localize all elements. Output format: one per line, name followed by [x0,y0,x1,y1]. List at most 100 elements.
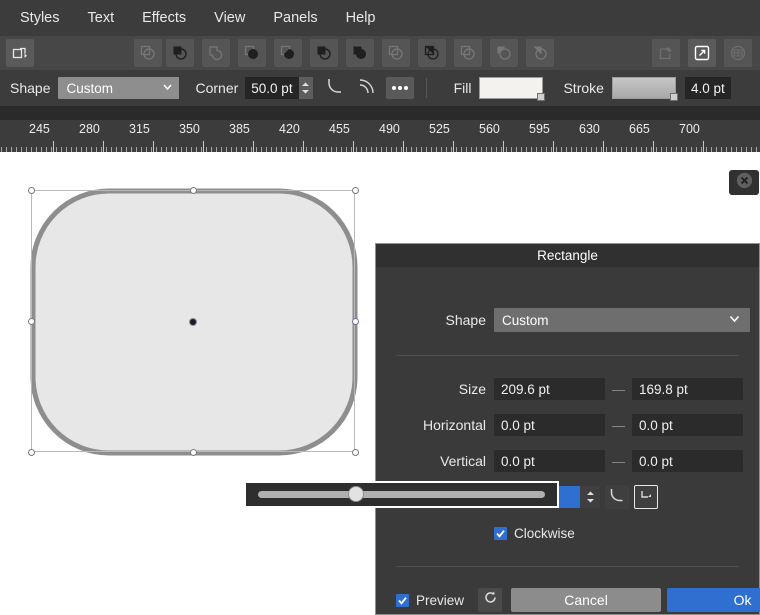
geometry-flatten-icon [423,44,441,62]
corner-spinner[interactable] [299,77,313,99]
reset-button[interactable] [478,588,502,612]
handle-top-right[interactable] [352,187,359,194]
geometry-combine-button[interactable] [310,39,338,67]
ok-button[interactable]: Ok [667,588,760,612]
geometry-separate-button[interactable] [382,39,410,67]
cancel-button[interactable]: Cancel [511,588,661,612]
slider-track[interactable] [258,491,545,498]
horizontal-ruler[interactable]: 2452803153503854204554905255605956306657… [0,120,760,152]
ruler-label: 700 [679,122,700,136]
dialog-shape-row: Shape Custom [376,308,759,332]
dialog-shape-label: Shape [376,312,486,328]
slider-thumb[interactable] [348,486,364,502]
dialog-vertical-top-input[interactable]: 0.0 pt [494,450,605,472]
dialog-horizontal-left-input[interactable]: 0.0 pt [494,414,605,436]
stroke-width-value[interactable]: 4.0 pt [685,77,731,99]
dialog-vertical-bottom-input[interactable]: 0.0 pt [632,450,743,472]
ruler-label: 455 [329,122,350,136]
dialog-size-width-input[interactable]: 209.6 pt [494,378,605,400]
edit-node-button[interactable] [652,39,680,67]
edit-node-icon [658,45,674,61]
ruler-tick-major [603,141,604,152]
dialog-corner-spinner[interactable] [580,486,600,508]
options-bar: Shape Custom Corner 50.0 pt [0,70,760,106]
corner-concave-button[interactable] [354,76,380,100]
shape-dropdown-value: Custom [66,81,113,96]
shape-center-point[interactable] [189,318,197,326]
fill-label: Fill [454,80,472,96]
menu-item-view[interactable]: View [200,0,259,36]
dialog-corner-notch-button[interactable] [634,485,658,509]
dialog-shape-value: Custom [502,313,549,328]
geometry-contract-icon [531,44,549,62]
dialog-shape-dropdown[interactable]: Custom [494,308,750,332]
dialog-corner-round-button[interactable] [605,485,629,509]
corner-stepper[interactable]: 50.0 pt [245,77,312,99]
handle-middle-right[interactable] [352,318,359,325]
ruler-label: 350 [179,122,200,136]
geometry-merge-button[interactable] [202,39,230,67]
handle-top-center[interactable] [190,187,197,194]
ruler-tick-major [403,141,404,152]
ruler-tick-major [653,141,654,152]
geometry-intersect-icon [243,44,261,62]
corner-label: Corner [195,80,238,96]
menu-item-effects[interactable]: Effects [128,0,200,36]
open-external-button[interactable] [688,39,716,67]
convert-shape-button[interactable] [6,39,34,67]
geometry-divide-icon [279,44,297,62]
geometry-intersect-button[interactable] [238,39,266,67]
corner-round-icon [325,76,345,101]
geometry-add-button[interactable] [134,39,162,67]
dialog-size-dash: — [612,382,625,397]
menu-item-help[interactable]: Help [332,0,390,36]
ruler-shadow [0,106,760,120]
geometry-xor-button[interactable] [346,39,374,67]
corner-radius-slider-popup[interactable] [244,481,559,508]
dialog-vertical-label: Vertical [376,453,486,469]
corner-value[interactable]: 50.0 pt [245,77,298,99]
checkmark-icon [397,595,408,606]
grid-overlay-icon [729,44,747,62]
grid-overlay-button[interactable] [724,39,752,67]
ruler-label: 280 [79,122,100,136]
close-button[interactable] [729,170,759,195]
dialog-clockwise-row[interactable]: Clockwise [494,526,575,541]
menu-item-panels[interactable]: Panels [259,0,331,36]
geometry-divide-button[interactable] [274,39,302,67]
more-options-button[interactable] [386,77,414,99]
dialog-vertical-row: Vertical 0.0 pt — 0.0 pt [376,450,759,472]
dialog-vertical-dash: — [612,454,625,469]
geometry-contract-button[interactable] [526,39,554,67]
handle-bottom-left[interactable] [28,449,35,456]
shape-dropdown[interactable]: Custom [58,77,179,99]
handle-top-left[interactable] [28,187,35,194]
geometry-expand-button[interactable] [490,39,518,67]
handle-middle-left[interactable] [28,318,35,325]
dialog-size-height-input[interactable]: 169.8 pt [632,378,743,400]
ruler-label: 665 [629,122,650,136]
geometry-expand-icon [495,44,513,62]
close-icon [736,172,753,194]
preview-checkbox[interactable] [396,594,409,607]
stroke-swatch[interactable] [612,77,676,99]
ruler-label: 385 [229,122,250,136]
geometry-outline-button[interactable] [454,39,482,67]
geometry-merge-icon [207,44,225,62]
fill-swatch[interactable] [479,77,543,99]
corner-round-button[interactable] [322,76,348,100]
menu-item-text[interactable]: Text [74,0,129,36]
geometry-subtract-button[interactable] [166,39,194,67]
ruler-tick-major [453,141,454,152]
menu-item-styles[interactable]: Styles [0,0,74,36]
dialog-horizontal-right-input[interactable]: 0.0 pt [632,414,743,436]
more-options-icon [389,79,411,97]
handle-bottom-right[interactable] [352,449,359,456]
clockwise-checkbox[interactable] [494,527,507,540]
stroke-label: Stroke [563,80,603,96]
geometry-flatten-button[interactable] [418,39,446,67]
handle-bottom-center[interactable] [190,449,197,456]
open-external-icon [693,44,711,62]
ruler-tick-major [303,141,304,152]
ruler-tick-major [53,141,54,152]
